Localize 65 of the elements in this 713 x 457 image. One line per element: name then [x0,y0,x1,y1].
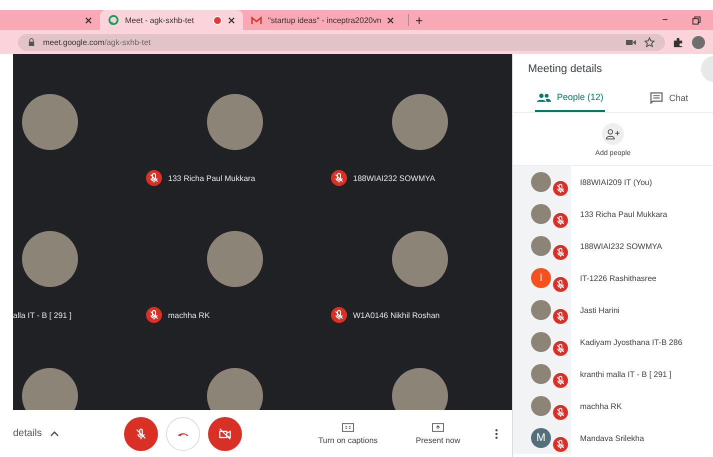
close-icon[interactable] [387,16,394,24]
participant-name[interactable]: IT-1226 Rashithasree [571,274,656,282]
captions-button[interactable]: Turn on captions [307,422,389,444]
panel-tab[interactable]: People (12) [535,84,606,112]
camera-button[interactable] [208,416,242,450]
participant-name: 188WIAI232 SOWMYA [353,174,436,182]
lock-icon [28,38,35,46]
captions-icon [342,422,354,432]
puzzle-icon[interactable] [673,36,684,48]
people-icon [536,92,551,102]
avatar-photo-placeholder [531,364,551,384]
participant-name: alla IT - B [ 291 ] [13,310,72,320]
participant-name[interactable]: machha RK [571,402,622,410]
initial-avatar: M [531,428,551,448]
browser-tab[interactable]: Meet - agk-sxhb-tet [100,10,243,30]
avatar-photo-placeholder [392,368,448,410]
url-path: /agk-sxhb-tet [104,38,151,46]
video-logo-icon [108,14,119,26]
url-host: meet.google.com [43,38,104,46]
avatar-photo-placeholder [22,368,78,410]
panel-tab[interactable]: Chat [625,84,713,112]
browser-tab[interactable]: "startup ideas" - inceptra2020vn [243,10,402,30]
chat-icon [650,92,664,104]
avatar-photo-placeholder [531,172,551,192]
add-person-button[interactable] [602,123,624,145]
minimize-button[interactable]: − [662,14,668,26]
avatar-photo-placeholder [531,332,551,352]
avatar-photo-placeholder [531,236,551,256]
meeting-details-button[interactable]: details [13,428,42,439]
mail-logo-icon [251,16,262,24]
camera-icon[interactable] [626,38,636,46]
participant-name[interactable]: 133 Richa Paul Mukkara [571,210,668,218]
microphone-button[interactable] [124,416,158,450]
camera-off-icon [218,426,232,440]
restore-icon[interactable] [692,16,701,24]
participant-name[interactable]: I88WIAI209 IT (You) [571,178,652,186]
tab-title: Meet - agk-sxhb-tet [125,16,195,24]
close-icon[interactable] [228,16,235,24]
star-icon[interactable] [644,36,655,48]
present-icon [432,422,444,432]
participant-name[interactable]: 188WIAI232 SOWMYA [571,242,662,250]
initial-avatar: I [531,268,551,288]
present-now-button[interactable]: Present now [397,422,479,444]
mic-off-icon [134,426,148,440]
more-options-icon[interactable] [495,428,498,440]
profile-avatar[interactable] [692,36,705,48]
tab-title: "startup ideas" - inceptra2020vn [268,16,382,24]
caret-icon[interactable] [50,430,59,436]
new-tab-button[interactable]: + [415,12,423,28]
close-icon[interactable] [85,16,92,24]
avatar-photo-placeholder [531,204,551,224]
participant-name[interactable]: Mandava Srilekha [571,434,644,442]
address-bar[interactable]: meet.google.com/agk-sxhb-tet [18,34,665,50]
participant-name: 133 Richa Paul Mukkara [168,174,256,182]
participant-name[interactable]: kranthi malla IT - B [ 291 ] [571,370,672,378]
avatar-photo-placeholder [531,300,551,320]
panel-title: Meeting details [528,63,602,75]
participant-name[interactable]: Kadiyam Jyosthana IT-B 286 [571,338,682,346]
participant-name: W1A0146 Nikhil Roshan [353,310,440,320]
phone-icon [176,430,189,436]
avatar-photo-placeholder [207,368,263,410]
participant-name[interactable]: Jasti Harini [571,306,620,314]
avatar-photo-placeholder [531,396,551,416]
add-person-icon [606,128,620,140]
participant-name: machha RK [168,310,210,320]
